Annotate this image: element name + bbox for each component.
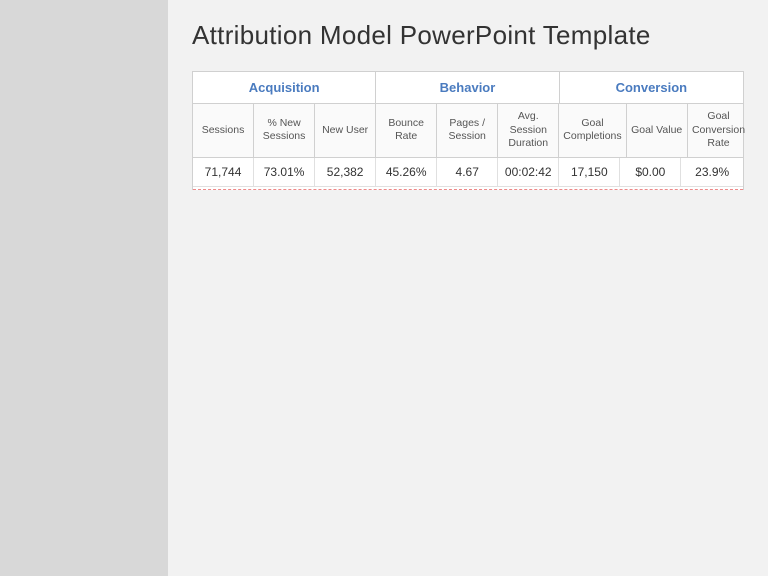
left-panel xyxy=(0,0,168,576)
cell-goal-completions: 17,150 xyxy=(559,158,620,186)
col-header-goal-conv-rate: GoalConversionRate xyxy=(688,104,750,157)
dashed-divider xyxy=(193,189,743,190)
cell-pages-session: 4.67 xyxy=(437,158,498,186)
col-header-sessions: Sessions xyxy=(193,104,254,157)
col-header-pct-new: % NewSessions xyxy=(254,104,315,157)
cell-goal-conv-rate: 23.9% xyxy=(681,158,743,186)
col-header-goal-value: Goal Value xyxy=(627,104,688,157)
col-header-new-user: New User xyxy=(315,104,376,157)
cell-pct-new: 73.01% xyxy=(254,158,315,186)
col-header-avg-session: Avg. SessionDuration xyxy=(498,104,559,157)
cell-sessions: 71,744 xyxy=(193,158,254,186)
cell-goal-value: $0.00 xyxy=(620,158,681,186)
group-header-conversion: Conversion xyxy=(560,72,743,103)
col-header-row: Sessions % NewSessions New User Bounce R… xyxy=(193,104,743,158)
main-content: Attribution Model PowerPoint Template Ac… xyxy=(168,0,768,576)
group-header-row: Acquisition Behavior Conversion xyxy=(193,72,743,104)
col-header-goal-completions: GoalCompletions xyxy=(559,104,626,157)
cell-bounce-rate: 45.26% xyxy=(376,158,437,186)
attribution-table: Acquisition Behavior Conversion Sessions… xyxy=(192,71,744,190)
group-header-acquisition: Acquisition xyxy=(193,72,376,103)
cell-new-user: 52,382 xyxy=(315,158,376,186)
page-title: Attribution Model PowerPoint Template xyxy=(192,20,744,51)
group-header-behavior: Behavior xyxy=(376,72,559,103)
table-row: 71,744 73.01% 52,382 45.26% 4.67 00:02:4… xyxy=(193,158,743,187)
col-header-bounce-rate: Bounce Rate xyxy=(376,104,437,157)
col-header-pages-session: Pages /Session xyxy=(437,104,498,157)
cell-avg-session: 00:02:42 xyxy=(498,158,559,186)
